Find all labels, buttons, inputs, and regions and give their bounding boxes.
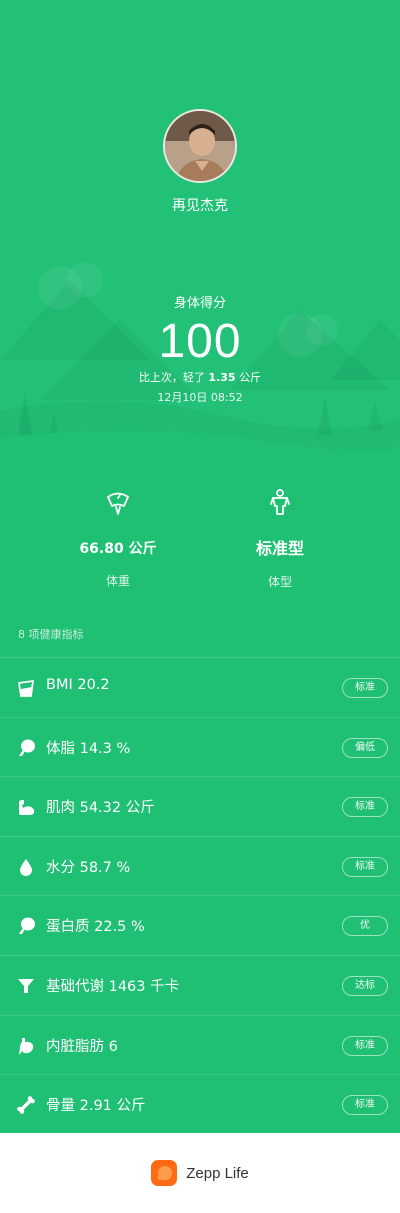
status-badge: 标准 [342,797,388,818]
metric-text: 肌肉 54.32 公斤 [46,800,155,817]
bone-icon [17,1096,35,1114]
metric-text: 水分 58.7 % [46,859,131,876]
metric-row-water[interactable]: 水分 58.7 % 标准 [0,835,400,896]
metric-row-muscle[interactable]: 肌肉 54.32 公斤 标准 [0,776,400,836]
stomach-icon [19,1037,34,1054]
weight-stat[interactable]: 66.80 公斤 体重 [58,488,178,589]
metric-row-bmr[interactable]: 基础代谢 1463 千卡 达标 [0,954,400,1015]
brand-name: Zepp Life [186,1164,249,1182]
status-badge: 标准 [342,856,388,877]
body-type-icon [220,488,340,518]
metric-text: BMI 20.2 [46,677,110,693]
water-drop-icon [20,858,32,876]
comparison-unit: 公斤 [239,371,262,384]
avatar[interactable] [163,109,237,183]
comparison-value: 1.35 [208,371,236,384]
body-type-value: 标准型 [255,539,304,558]
funnel-icon [18,978,34,993]
body-score: 100 [158,315,242,368]
measurement-datetime: 12月10日 08:52 [157,391,243,404]
body-type-stat[interactable]: 标准型 体型 [220,488,340,590]
metric-text: 体脂 14.3 % [46,740,131,757]
metric-text: 蛋白质 22.5 % [46,919,145,936]
metric-row-protein[interactable]: 蛋白质 22.5 % 优 [0,895,400,955]
weight-value: 66.80 公斤 [79,541,157,557]
metric-text: 内脏脂肪 6 [46,1038,118,1055]
header-hero: 再见杰克 身体得分 100 比上次，轻了 1.35 公斤 12月10日 08:5… [0,0,400,450]
metric-row-visceral-fat[interactable]: 内脏脂肪 6 标准 [0,1014,400,1075]
body-fat-icon [19,739,35,756]
status-badge: 优 [342,916,388,937]
protein-icon [19,917,35,935]
status-badge: 达标 [342,975,388,996]
status-badge: 标准 [342,1095,388,1116]
metric-text: 基础代谢 1463 千卡 [46,978,180,995]
score-label: 身体得分 [173,296,226,311]
weight-comparison: 比上次，轻了 1.35 公斤 [0,369,400,385]
status-badge: 偏低 [342,737,388,758]
metrics-section-title: 8 项健康指标 [18,628,84,641]
metric-row-bone-mass[interactable]: 骨量 2.91 公斤 标准 [0,1074,400,1134]
metric-row-bmi[interactable]: BMI 20.2 标准 [0,657,400,717]
health-metrics-list: BMI 20.2 标准 体脂 14.3 % 偏低 肌肉 54.32 公斤 标准 … [0,657,400,1134]
user-photo [165,111,235,181]
bmi-icon [18,680,34,697]
footer-branding: Zepp Life [0,1133,400,1213]
comparison-text: 比上次，轻了 [138,371,205,384]
metric-text: 骨量 2.91 公斤 [46,1098,146,1115]
scale-icon [58,488,178,518]
username: 再见杰克 [172,198,228,214]
status-badge: 标准 [342,1035,388,1056]
body-type-label: 体型 [267,575,292,589]
muscle-icon [19,800,35,816]
metric-row-body-fat[interactable]: 体脂 14.3 % 偏低 [0,716,400,777]
zepp-life-logo-icon [151,1160,178,1186]
weight-label: 体重 [105,574,130,588]
status-badge: 标准 [342,678,388,698]
